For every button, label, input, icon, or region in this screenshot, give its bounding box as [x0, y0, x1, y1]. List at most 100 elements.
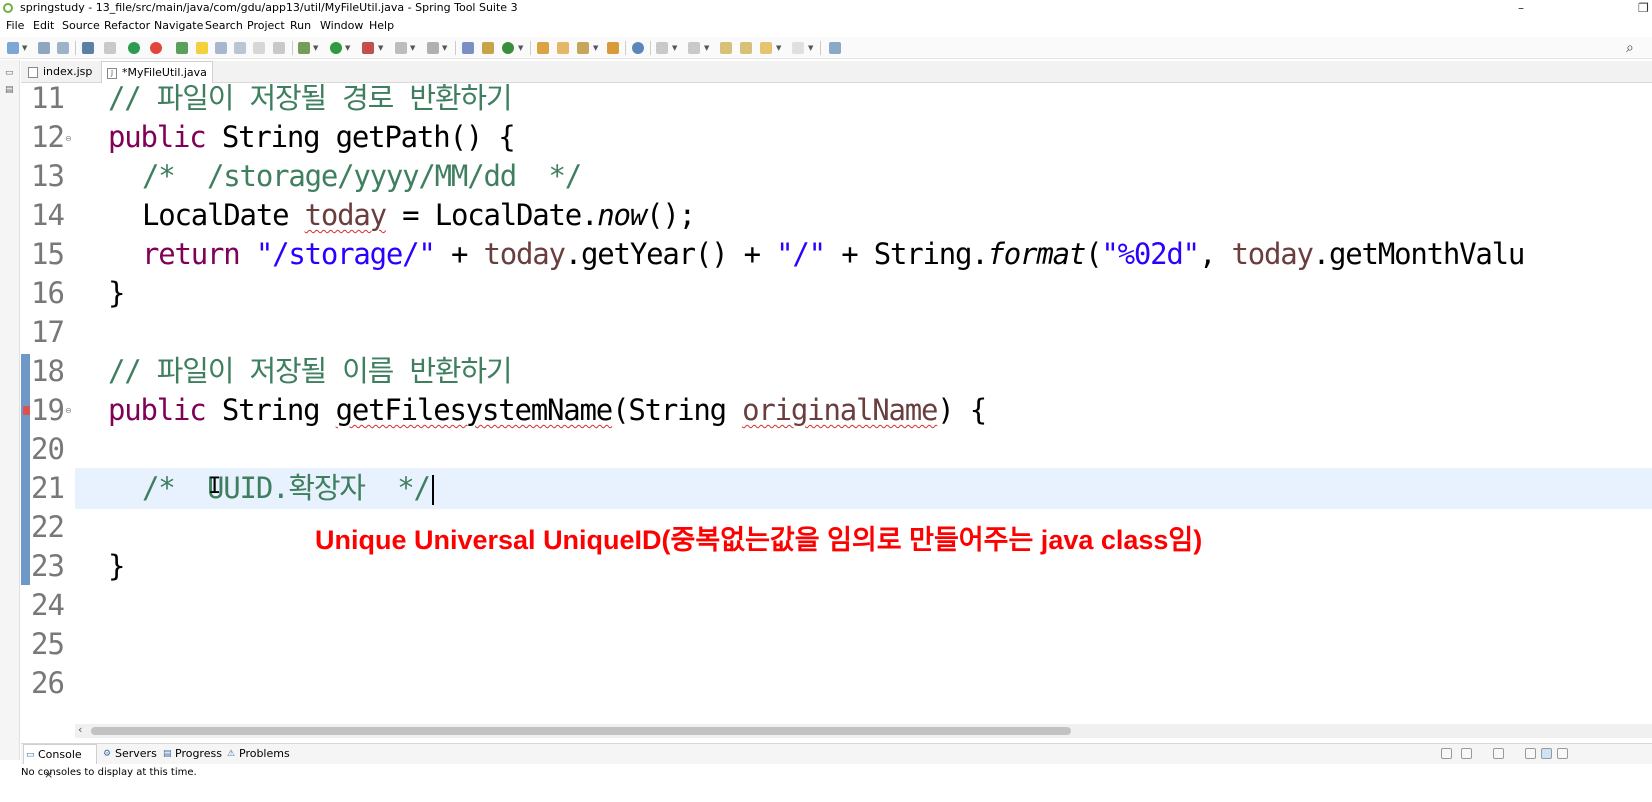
keyword: public	[108, 393, 207, 427]
code-text: .getYear() +	[564, 237, 777, 271]
search-icon[interactable]: ⌕	[1626, 40, 1634, 56]
chevron-down-icon[interactable]: ▼	[672, 44, 677, 52]
open-console-icon[interactable]	[1493, 748, 1504, 759]
show-whitespace-icon[interactable]	[253, 42, 265, 54]
external-tools-icon[interactable]	[362, 42, 374, 54]
menu-window[interactable]: Window	[320, 17, 363, 35]
chevron-down-icon[interactable]: ▼	[593, 44, 598, 52]
line-number: 24	[31, 588, 65, 622]
tab-label: Console	[38, 748, 82, 761]
code-line-18[interactable]: // 파일이 저장될 이름 반환하기	[108, 351, 1652, 392]
code-editor[interactable]: ⊖ ⊖ 11 12 13 14 15 16 17 18 19 20 21 22 …	[21, 84, 1652, 742]
new-package-icon[interactable]	[482, 42, 494, 54]
menu-source[interactable]: Source	[62, 17, 100, 35]
save-all-icon[interactable]	[57, 42, 69, 54]
code-line-21[interactable]: /* UUID.확장자 */	[75, 468, 1652, 509]
new-icon[interactable]	[7, 42, 19, 54]
code-line-19[interactable]: public String getFilesystemName(String o…	[108, 390, 1652, 431]
save-icon[interactable]	[38, 42, 50, 54]
chevron-down-icon[interactable]: ▼	[442, 44, 447, 52]
new-class-icon[interactable]	[502, 42, 514, 54]
code-line-12[interactable]: public String getPath() {	[108, 117, 1652, 158]
code-text: (	[1085, 237, 1102, 271]
menu-navigate[interactable]: Navigate	[154, 17, 203, 35]
clear-console-icon[interactable]	[1441, 748, 1452, 759]
chevron-down-icon[interactable]: ▼	[704, 44, 709, 52]
last-edit-location-icon[interactable]	[720, 42, 732, 54]
code-line-11[interactable]: // 파일이 저장될 경로 반환하기	[108, 84, 1652, 119]
menu-edit[interactable]: Edit	[33, 17, 54, 35]
server-icon[interactable]	[395, 42, 407, 54]
minimize-view-icon[interactable]	[1557, 748, 1568, 759]
line-number: 14	[31, 198, 65, 232]
menu-refactor[interactable]: Refactor	[104, 17, 150, 35]
open-resource-icon[interactable]	[557, 42, 569, 54]
toolbar-separator	[455, 41, 456, 55]
restore-view-icon[interactable]: ▭	[5, 68, 15, 78]
task-icon[interactable]	[607, 42, 619, 54]
chevron-down-icon[interactable]: ▼	[518, 44, 523, 52]
menu-file[interactable]: File	[6, 17, 24, 35]
last-edit-icon[interactable]	[273, 42, 285, 54]
mark-occurrences-icon[interactable]	[196, 42, 208, 54]
code-line-13[interactable]: /* /storage/yyyy/MM/dd */	[142, 156, 1652, 197]
back-history-icon[interactable]	[740, 42, 752, 54]
globe-icon[interactable]	[632, 42, 644, 54]
pin-editor-icon[interactable]	[829, 42, 841, 54]
display-console-icon[interactable]	[1461, 748, 1472, 759]
comment: /* UUID.확장자 */	[142, 471, 431, 505]
show-console-icon[interactable]	[1541, 748, 1552, 759]
boot-dashboard-icon[interactable]	[176, 42, 188, 54]
toolbar-separator	[75, 41, 76, 55]
block-selection-icon[interactable]	[215, 42, 227, 54]
tab-myfileutil-java[interactable]: J *MyFileUtil.java ×	[101, 61, 213, 101]
terminal-icon[interactable]	[82, 42, 94, 54]
chevron-down-icon[interactable]: ▼	[345, 44, 350, 52]
tab-label: *MyFileUtil.java	[122, 66, 207, 79]
menu-run[interactable]: Run	[290, 17, 311, 35]
debug-icon[interactable]	[128, 42, 140, 54]
chevron-down-icon[interactable]: ▼	[22, 44, 27, 52]
word-wrap-icon[interactable]	[234, 42, 246, 54]
refresh-icon[interactable]	[150, 42, 162, 54]
back-icon[interactable]	[760, 42, 772, 54]
tab-servers[interactable]: ⚙ Servers	[101, 744, 157, 764]
search-tool-icon[interactable]	[577, 42, 589, 54]
chevron-down-icon[interactable]: ▼	[313, 44, 318, 52]
menu-help[interactable]: Help	[369, 17, 394, 35]
debug-run-icon[interactable]	[298, 42, 310, 54]
code-line-15[interactable]: return "/storage/" + today.getYear() + "…	[142, 234, 1652, 275]
code-line-16[interactable]: }	[108, 273, 1652, 314]
restore-button[interactable]: ❐	[1638, 0, 1649, 16]
chevron-down-icon[interactable]: ▼	[808, 44, 813, 52]
menu-project[interactable]: Project	[247, 17, 285, 35]
run-icon[interactable]	[330, 42, 342, 54]
tab-index-jsp[interactable]: index.jsp	[23, 61, 99, 83]
skip-breakpoints-icon[interactable]	[104, 42, 116, 54]
spring-tool-suite-icon	[3, 3, 13, 13]
tab-problems[interactable]: ⚠ Problems	[225, 744, 291, 764]
chevron-down-icon[interactable]: ▼	[776, 44, 781, 52]
previous-annotation-icon[interactable]	[688, 42, 700, 54]
deploy-icon[interactable]	[427, 42, 439, 54]
comment: // 파일이 저장될 경로 반환하기	[108, 84, 513, 115]
tab-console[interactable]: ▭ Console ×	[23, 744, 97, 781]
scrollbar-thumb[interactable]	[91, 727, 1071, 735]
package-explorer-icon[interactable]: ▤	[5, 85, 15, 95]
tab-progress[interactable]: ▤ Progress	[161, 744, 223, 764]
new-java-project-icon[interactable]	[462, 42, 474, 54]
code-line-14[interactable]: LocalDate today = LocalDate.now();	[142, 195, 1652, 236]
code-area[interactable]: // 파일이 저장될 경로 반환하기 public String getPath…	[75, 84, 1652, 742]
menu-search[interactable]: Search	[205, 17, 243, 35]
chevron-down-icon[interactable]: ▼	[378, 44, 383, 52]
pin-console-icon[interactable]	[1525, 748, 1536, 759]
minimize-button[interactable]: –	[1518, 0, 1524, 16]
forward-icon[interactable]	[792, 42, 804, 54]
horizontal-scrollbar[interactable]: ‹	[75, 723, 1652, 738]
progress-icon: ▤	[163, 749, 172, 759]
chevron-down-icon[interactable]: ▼	[410, 44, 415, 52]
arrow-left-icon[interactable]: ‹	[78, 723, 82, 736]
next-annotation-icon[interactable]	[656, 42, 668, 54]
text-caret	[431, 475, 434, 505]
open-type-icon[interactable]	[537, 42, 549, 54]
